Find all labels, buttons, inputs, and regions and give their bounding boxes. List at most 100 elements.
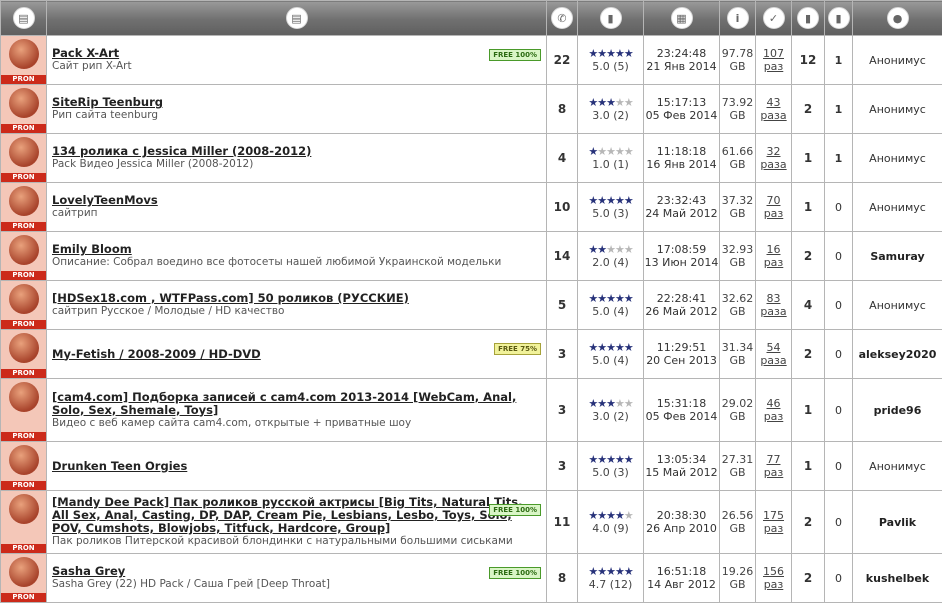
star-icon: ★	[588, 194, 597, 207]
comments-count[interactable]: 5	[547, 281, 578, 330]
torrent-title-link[interactable]: SiteRip Teenburg	[52, 96, 541, 109]
uploader-name: Анонимус	[853, 36, 942, 85]
category-icon[interactable]: PRON	[1, 379, 47, 442]
download-count[interactable]: 16раз	[756, 232, 792, 281]
comments-count[interactable]: 3	[547, 442, 578, 491]
column-header-folder[interactable]: ▤	[1, 1, 47, 36]
download-count[interactable]: 156раз	[756, 554, 792, 603]
category-icon[interactable]: PRON	[1, 491, 47, 554]
star-icon: ★	[588, 397, 597, 410]
seeders-count: 2	[792, 554, 825, 603]
comments-count[interactable]: 4	[547, 134, 578, 183]
leechers-count: 1	[825, 134, 853, 183]
star-icon: ★	[597, 292, 606, 305]
rating-stars: ★★★★★	[578, 398, 643, 410]
category-label: PRON	[1, 369, 46, 378]
comments-count[interactable]: 11	[547, 491, 578, 554]
seeders-icon: ▮	[797, 7, 819, 29]
torrent-title-link[interactable]: 134 ролика с Jessica Miller (2008-2012)	[52, 145, 541, 158]
category-icon[interactable]: PRON	[1, 554, 47, 603]
size-unit: GB	[720, 410, 755, 423]
torrent-title-link[interactable]: Drunken Teen Orgies	[52, 460, 541, 473]
added-date: 23:32:4324 Май 2012	[644, 183, 720, 232]
torrent-title-link[interactable]: LovelyTeenMovs	[52, 194, 541, 207]
category-icon[interactable]: PRON	[1, 330, 47, 379]
rating-score: 5.0 (4)	[578, 305, 643, 318]
torrent-title-link[interactable]: My-Fetish / 2008-2009 / HD-DVD	[52, 348, 541, 361]
column-header-leechers[interactable]: ▮	[825, 1, 853, 36]
torrent-size: 27.31GB	[720, 442, 756, 491]
torrent-title-link[interactable]: Emily Bloom	[52, 243, 541, 256]
comments-count[interactable]: 3	[547, 330, 578, 379]
star-icon: ★	[624, 243, 633, 256]
category-icon[interactable]: PRON	[1, 85, 47, 134]
category-image	[9, 284, 39, 314]
torrent-description: Пак роликов Питерской красивой блондинки…	[52, 535, 541, 548]
star-icon: ★	[597, 96, 606, 109]
column-header-size-info[interactable]: i	[720, 1, 756, 36]
comments-count[interactable]: 22	[547, 36, 578, 85]
rating: ★★★★★5.0 (4)	[578, 281, 644, 330]
column-header-downloads[interactable]: ✓	[756, 1, 792, 36]
category-icon[interactable]: PRON	[1, 36, 47, 85]
torrent-title-link[interactable]: [Mandy Dee Pack] Пак роликов русской акт…	[52, 496, 541, 535]
download-count[interactable]: 54раза	[756, 330, 792, 379]
download-count-value: 70	[756, 194, 791, 207]
download-count[interactable]: 175раз	[756, 491, 792, 554]
comments-count[interactable]: 3	[547, 379, 578, 442]
star-icon: ★	[588, 509, 597, 522]
comments-count[interactable]: 8	[547, 554, 578, 603]
download-count[interactable]: 77раз	[756, 442, 792, 491]
torrent-title-link[interactable]: [cam4.com] Подборка записей с cam4.com 2…	[52, 391, 541, 417]
column-header-comments[interactable]: ✆	[547, 1, 578, 36]
column-header-uploader[interactable]: ●	[853, 1, 942, 36]
download-count[interactable]: 83раза	[756, 281, 792, 330]
uploader-name[interactable]: kushelbek	[853, 554, 942, 603]
category-icon[interactable]: PRON	[1, 442, 47, 491]
uploader-icon: ●	[887, 7, 909, 29]
download-count-value: 54	[756, 341, 791, 354]
star-icon: ★	[615, 397, 624, 410]
size-value: 97.78	[720, 47, 755, 60]
added-date: 17:08:5913 Июн 2014	[644, 232, 720, 281]
uploader-name[interactable]: pride96	[853, 379, 942, 442]
comments-count[interactable]: 14	[547, 232, 578, 281]
rating: ★★★★★3.0 (2)	[578, 85, 644, 134]
seeders-count: 2	[792, 330, 825, 379]
column-header-seeders[interactable]: ▮	[792, 1, 825, 36]
size-unit: GB	[720, 354, 755, 367]
torrent-title-link[interactable]: [HDSex18.com , WTFPass.com] 50 роликов (…	[52, 292, 541, 305]
category-icon[interactable]: PRON	[1, 232, 47, 281]
comments-count[interactable]: 8	[547, 85, 578, 134]
uploader-name[interactable]: aleksey2020	[853, 330, 942, 379]
uploader-name[interactable]: Samuray	[853, 232, 942, 281]
download-count-unit: раз	[756, 207, 791, 220]
rating-stars: ★★★★★	[578, 244, 643, 256]
comments-count[interactable]: 10	[547, 183, 578, 232]
download-count[interactable]: 70раз	[756, 183, 792, 232]
category-icon[interactable]: PRON	[1, 183, 47, 232]
category-image	[9, 186, 39, 216]
torrent-size: 37.32GB	[720, 183, 756, 232]
added-day: 16 Янв 2014	[644, 158, 719, 171]
size-unit: GB	[720, 60, 755, 73]
star-icon: ★	[624, 47, 633, 60]
category-icon[interactable]: PRON	[1, 281, 47, 330]
leechers-count: 0	[825, 330, 853, 379]
category-image	[9, 39, 39, 69]
uploader-name[interactable]: Pavlik	[853, 491, 942, 554]
column-header-calendar[interactable]: ▦	[644, 1, 720, 36]
column-header-document[interactable]: ▤	[47, 1, 547, 36]
download-count[interactable]: 32раза	[756, 134, 792, 183]
star-icon: ★	[624, 397, 633, 410]
category-label: PRON	[1, 75, 46, 84]
category-icon[interactable]: PRON	[1, 134, 47, 183]
torrent-title-link[interactable]: Pack X-Art	[52, 47, 541, 60]
category-label: PRON	[1, 544, 46, 553]
download-count[interactable]: 107раз	[756, 36, 792, 85]
download-count[interactable]: 46раз	[756, 379, 792, 442]
download-count[interactable]: 43раза	[756, 85, 792, 134]
torrent-title-link[interactable]: Sasha Grey	[52, 565, 541, 578]
rating-stars: ★★★★★	[578, 97, 643, 109]
column-header-rating[interactable]: ▮	[578, 1, 644, 36]
